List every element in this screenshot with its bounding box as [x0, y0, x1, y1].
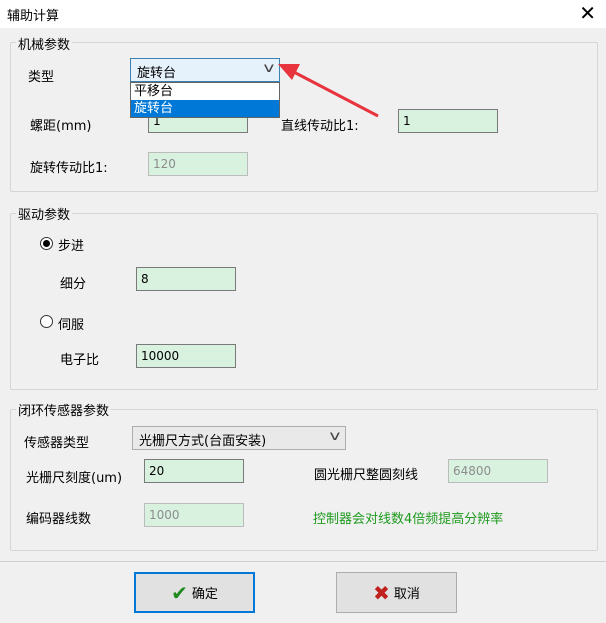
circle-lines-field: 64800: [448, 459, 548, 483]
type-option-rotary[interactable]: 旋转台: [131, 100, 279, 117]
chevron-down-icon[interactable]: v: [330, 429, 341, 444]
encoder-lines-field: 1000: [144, 503, 244, 527]
cancel-button-label: 取消: [393, 587, 420, 602]
type-label: 类型: [28, 70, 55, 85]
type-select-value: 旋转台: [137, 66, 177, 81]
stepper-label[interactable]: 步进: [58, 235, 84, 254]
gear-ratio-field[interactable]: 10000: [136, 344, 236, 368]
circle-lines-label: 圆光栅尺整圆刻线: [314, 468, 419, 483]
servo-label[interactable]: 伺服: [58, 314, 84, 333]
subdiv-label: 细分: [60, 277, 87, 292]
red-arrow: [278, 64, 379, 118]
drive-params-label: 驱动参数: [16, 204, 73, 223]
sensor-type-select[interactable]: 光栅尺方式(台面安装) v: [132, 426, 346, 450]
ok-button-label: 确定: [191, 587, 218, 602]
resolution-note: 控制器会对线数4倍频提高分辨率: [313, 512, 504, 527]
type-select[interactable]: 旋转台 v: [130, 58, 280, 82]
rot-ratio-label: 旋转传动比1:: [30, 161, 108, 176]
subdiv-field[interactable]: 8: [136, 267, 236, 291]
rot-ratio-field: 120: [148, 152, 248, 176]
linear-ratio-field[interactable]: 1: [398, 109, 498, 133]
ok-button[interactable]: ✔ 确定: [134, 572, 255, 613]
title-bar: 辅助计算 ✕: [0, 0, 606, 28]
stepper-radio[interactable]: [40, 237, 53, 250]
pitch-label: 螺距(mm): [30, 119, 92, 134]
machine-params-label: 机械参数: [16, 34, 73, 53]
cancel-button[interactable]: ✖ 取消: [336, 572, 457, 613]
encoder-lines-label: 编码器线数: [26, 512, 92, 527]
sensor-type-value: 光栅尺方式(台面安装): [139, 434, 267, 449]
type-dropdown-list[interactable]: 平移台 旋转台: [130, 82, 280, 118]
window-title: 辅助计算: [7, 9, 60, 24]
sensor-type-label: 传感器类型: [24, 436, 90, 451]
scale-field[interactable]: 20: [144, 459, 244, 483]
button-bar: [0, 561, 606, 623]
type-option-translation[interactable]: 平移台: [131, 83, 279, 100]
servo-radio[interactable]: [40, 315, 53, 328]
close-icon[interactable]: ✕: [579, 2, 596, 24]
x-icon: ✖: [373, 580, 390, 605]
scale-label: 光栅尺刻度(um): [26, 471, 123, 486]
sensor-params-label: 闭环传感器参数: [16, 400, 112, 419]
checkmark-icon: ✔: [171, 580, 188, 605]
gear-ratio-label: 电子比: [60, 353, 100, 368]
